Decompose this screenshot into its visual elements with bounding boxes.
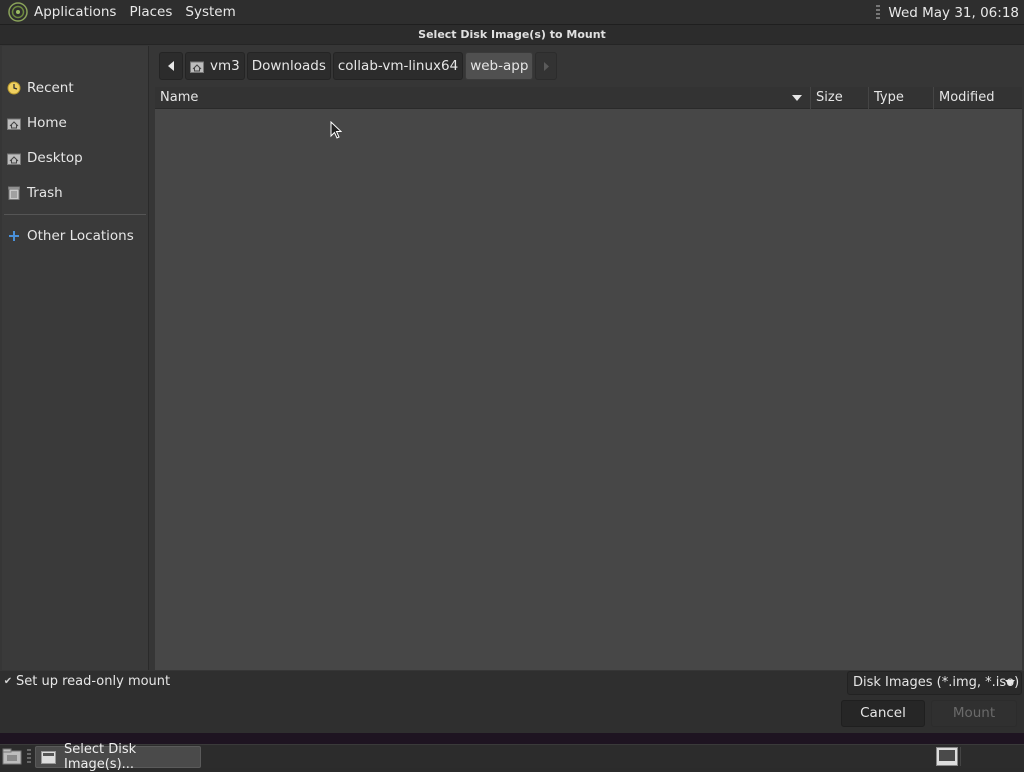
column-header-type[interactable]: Type bbox=[869, 87, 934, 109]
dialog-footer: ✔ Set up read-only mount Disk Images (*.… bbox=[0, 671, 1024, 733]
home-folder-icon bbox=[190, 61, 204, 73]
path-bar: vm3 Downloads collab-vm-linux64 web-app bbox=[159, 52, 559, 80]
column-header-row: Name Size Type Modified bbox=[155, 87, 1022, 109]
applications-menu[interactable]: Applications bbox=[34, 4, 116, 20]
sidebar-item-label: Other Locations bbox=[27, 228, 134, 244]
column-header-name[interactable]: Name bbox=[155, 87, 811, 109]
mouse-pointer-icon bbox=[330, 121, 342, 139]
sidebar-item-desktop[interactable]: Desktop bbox=[2, 143, 148, 173]
workspace-switcher-icon[interactable] bbox=[936, 747, 958, 766]
filter-selected-value: Disk Images (*.img, *.iso) bbox=[853, 675, 1020, 690]
file-chooser-dialog: Select Disk Image(s) to Mount Recent Hom… bbox=[0, 25, 1024, 733]
sidebar-item-label: Desktop bbox=[27, 150, 83, 166]
mate-logo-icon[interactable] bbox=[7, 1, 29, 23]
trash-icon bbox=[7, 186, 21, 200]
cancel-button[interactable]: Cancel bbox=[841, 700, 925, 727]
sidebar-item-label: Home bbox=[27, 115, 67, 131]
path-segment-label: Downloads bbox=[251, 58, 326, 74]
column-header-size[interactable]: Size bbox=[811, 87, 869, 109]
path-segment-label: web-app bbox=[470, 58, 529, 74]
path-segment-web-app[interactable]: web-app bbox=[465, 52, 534, 80]
desktop-folder-icon bbox=[7, 151, 21, 165]
places-menu[interactable]: Places bbox=[129, 4, 172, 20]
sidebar-item-label: Trash bbox=[27, 185, 63, 201]
path-segment-downloads[interactable]: Downloads bbox=[246, 52, 331, 80]
places-sidebar: Recent Home Desktop Trash Other Location… bbox=[2, 46, 149, 670]
path-segment-label: vm3 bbox=[210, 58, 240, 74]
sidebar-item-label: Recent bbox=[27, 80, 74, 96]
checkbox-label: Set up read-only mount bbox=[16, 674, 171, 689]
bottom-taskbar: Select Disk Image(s)... bbox=[0, 742, 1024, 772]
file-type-filter-dropdown[interactable]: Disk Images (*.img, *.iso) bbox=[847, 671, 1022, 695]
dropdown-arrow-icon bbox=[1005, 680, 1015, 686]
sidebar-separator bbox=[4, 214, 146, 215]
column-header-modified[interactable]: Modified bbox=[934, 87, 1022, 109]
taskbar-window-button[interactable]: Select Disk Image(s)... bbox=[35, 742, 201, 772]
path-forward-button[interactable] bbox=[535, 52, 558, 80]
path-segment-collab-vm-linux64[interactable]: collab-vm-linux64 bbox=[332, 52, 464, 80]
workspace-area[interactable] bbox=[960, 747, 1020, 766]
window-icon bbox=[41, 750, 57, 764]
path-segment-label: collab-vm-linux64 bbox=[337, 58, 459, 74]
plus-icon bbox=[7, 229, 21, 243]
readonly-mount-checkbox[interactable]: ✔ Set up read-only mount bbox=[3, 674, 170, 689]
mount-button[interactable]: Mount bbox=[931, 700, 1017, 727]
column-header-label: Size bbox=[816, 90, 843, 105]
home-folder-icon bbox=[7, 116, 21, 130]
taskbar-separator bbox=[27, 749, 31, 765]
column-header-label: Name bbox=[160, 90, 199, 105]
column-header-label: Modified bbox=[939, 90, 995, 105]
file-list[interactable]: Name Size Type Modified bbox=[155, 87, 1022, 670]
path-back-button[interactable] bbox=[159, 52, 183, 80]
sidebar-item-trash[interactable]: Trash bbox=[2, 178, 148, 208]
top-panel: Applications Places System Wed May 31, 0… bbox=[0, 0, 1024, 25]
checkmark-icon: ✔ bbox=[3, 676, 13, 687]
show-desktop-icon[interactable] bbox=[2, 748, 22, 765]
chevron-right-icon bbox=[543, 61, 549, 71]
clock-area: Wed May 31, 06:18 bbox=[876, 0, 1019, 25]
recent-icon bbox=[7, 81, 21, 95]
sidebar-item-home[interactable]: Home bbox=[2, 108, 148, 138]
sort-descending-icon bbox=[792, 95, 802, 101]
panel-separator bbox=[876, 4, 881, 21]
system-menu[interactable]: System bbox=[185, 4, 235, 20]
dialog-title: Select Disk Image(s) to Mount bbox=[418, 28, 606, 41]
sidebar-item-recent[interactable]: Recent bbox=[2, 73, 148, 103]
sidebar-item-other-locations[interactable]: Other Locations bbox=[2, 221, 148, 251]
dialog-titlebar[interactable]: Select Disk Image(s) to Mount bbox=[0, 25, 1024, 45]
column-header-label: Type bbox=[874, 90, 904, 105]
chevron-left-icon bbox=[168, 61, 174, 71]
clock[interactable]: Wed May 31, 06:18 bbox=[888, 5, 1019, 21]
path-segment-vm3[interactable]: vm3 bbox=[185, 52, 245, 80]
